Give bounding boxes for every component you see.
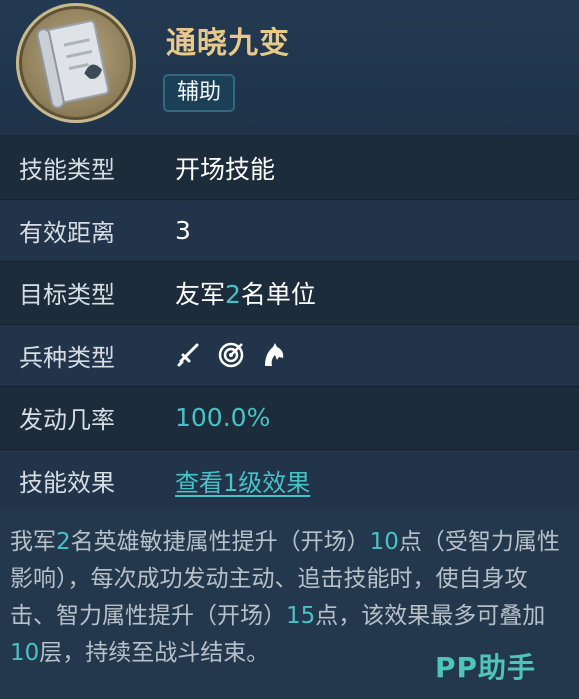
row-skill-effect: 技能效果 查看1级效果: [0, 449, 579, 512]
skill-header: 通晓九变 辅助: [0, 0, 579, 135]
desc-text: 层，持续至战斗结束。: [39, 640, 270, 666]
range-value: 3: [175, 215, 191, 245]
target-suffix: 名单位: [240, 279, 316, 309]
row-target: 目标类型 友军2名单位: [0, 262, 579, 325]
target-value: 友军2名单位: [175, 275, 316, 311]
desc-number: 15: [286, 603, 316, 629]
horse-icon: [259, 341, 287, 369]
desc-number: 2: [56, 529, 71, 555]
row-range: 有效距离 3: [0, 199, 579, 262]
row-trigger-rate: 发动几率 100.0%: [0, 387, 579, 450]
watermark: PP助手: [435, 651, 537, 684]
skill-type-badge: 辅助: [163, 74, 236, 112]
row-label: 目标类型: [19, 281, 115, 310]
skill-type-value: 开场技能: [175, 154, 276, 184]
trigger-rate-value: 100.0%: [175, 403, 271, 433]
desc-number: 10: [10, 640, 40, 666]
target-prefix: 友军: [175, 279, 226, 309]
row-label: 发动几率: [19, 406, 115, 435]
row-label: 技能类型: [19, 156, 115, 185]
desc-number: 10: [369, 529, 399, 555]
troop-icons: [175, 341, 287, 369]
skill-attributes: 技能类型 开场技能 有效距离 3 目标类型 友军2名单位 兵种类型 发动几率 1…: [0, 137, 579, 512]
desc-text: 我军: [10, 529, 56, 555]
row-skill-type: 技能类型 开场技能: [0, 137, 579, 200]
row-label: 兵种类型: [19, 343, 115, 372]
scroll-emblem-icon: [16, 3, 136, 123]
target-icon: [217, 341, 245, 369]
view-effect-link[interactable]: 查看1级效果: [175, 463, 310, 498]
row-label: 有效距离: [19, 218, 115, 247]
target-count: 2: [225, 279, 241, 309]
row-label: 技能效果: [19, 468, 115, 497]
sword-icon: [175, 341, 203, 369]
desc-text: 点，该效果最多可叠加: [315, 603, 546, 629]
skill-name: 通晓九变: [166, 26, 290, 61]
row-troop-types: 兵种类型: [0, 324, 579, 387]
desc-text: 名英雄敏捷属性提升（开场）: [70, 529, 370, 555]
